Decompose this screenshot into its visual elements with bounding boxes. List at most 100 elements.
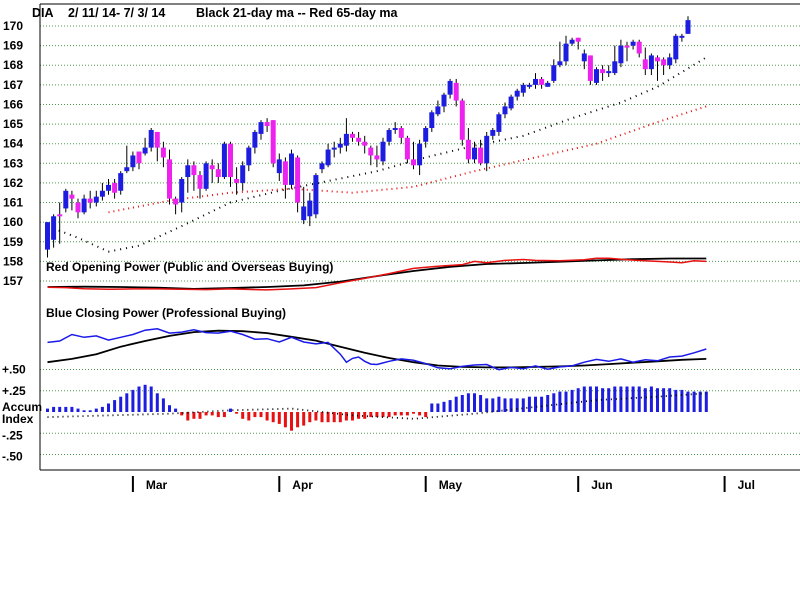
price-candle [581,49,587,70]
month-label: Jul [738,478,755,492]
accum-bar [82,410,86,412]
accum-bar [534,396,537,412]
price-candle [368,145,374,166]
axes [39,3,800,471]
month-labels: Mar Apr May Jun Jul [131,476,755,492]
accum-bar [326,412,330,423]
price-candle [99,182,105,201]
accum-bar [119,396,123,412]
price-candle [313,173,319,219]
price-candle [685,16,691,34]
month-label: Mar [146,478,168,492]
price-candle [447,78,453,99]
accum-bar [485,398,489,412]
accum-bar [107,403,110,412]
accum-bar [308,412,312,423]
price-candle [490,128,496,140]
accum-bar [369,412,373,418]
accum-bar [546,395,550,412]
accum-bar [442,401,446,412]
blue-closing-power-title: Blue Closing Power (Professional Buying) [46,306,286,320]
price-candle [600,65,606,81]
accum-bar [582,386,586,412]
accum-bar [680,389,684,412]
accum-index-bars [46,384,708,431]
accum-bar [491,398,495,412]
accum-bar [424,412,428,418]
accum-bar [46,408,49,412]
price-tick-label: 168 [3,58,23,72]
accum-bar [229,408,232,412]
price-candle [533,73,538,89]
price-candle [191,161,197,191]
accum-tick-label: -.25 [2,428,23,442]
price-candle [374,145,380,168]
accum-bar [540,396,544,412]
price-candle [673,33,679,64]
price-tick-label: 165 [3,117,23,131]
accum-bar [552,393,556,412]
accum-bar [198,412,202,419]
accum-bar [418,412,422,416]
price-candle [173,196,179,215]
accum-bar [143,384,147,412]
y-tick-labels: 157 158 159 160 161 162 163 164 165 166 167 168 169 1… [2,19,42,464]
accum-bar [692,391,696,412]
accum-tick-label: +.25 [2,384,26,398]
price-candle [136,151,142,170]
price-candle [502,102,508,119]
accum-bar [662,388,666,412]
price-candle [185,159,191,193]
price-candle [459,98,465,146]
price-candle [569,37,575,46]
accum-bar [588,386,592,412]
price-candle [545,80,551,87]
accum-bar [521,398,525,412]
accum-bar [137,386,141,412]
price-candle [429,110,435,132]
price-candle [350,131,355,142]
accum-bar [570,389,574,412]
price-candle [228,141,233,187]
price-candle [404,135,410,164]
accum-bar [656,388,659,412]
accum-bar [290,412,293,431]
price-candle [551,59,557,83]
price-candle [520,82,526,97]
price-candle [57,202,63,244]
price-candle [234,167,240,195]
price-candle [160,141,166,168]
month-label: Apr [292,478,313,492]
price-candle [295,155,301,213]
price-candle [209,159,215,183]
price-candle [301,186,307,225]
price-candle [380,137,386,166]
accum-bar [558,391,562,412]
price-candle [606,65,612,77]
accum-bar [515,398,519,412]
accum-bar [479,395,483,412]
accum-bar [247,412,251,421]
accum-bar [332,412,336,423]
accum-bar [222,412,226,418]
price-candle [496,112,502,136]
accum-bar [216,412,220,418]
price-candle [356,131,362,146]
price-candle [539,77,545,89]
price-tick-label: 166 [3,97,23,111]
price-candle [142,137,148,156]
price-candle [526,82,532,89]
accum-bar [674,389,678,412]
accum-bar [296,412,300,428]
price-candle [75,198,81,219]
accum-bar [344,412,348,421]
accum-bar [686,391,690,412]
chart-symbol: DIA [32,6,54,20]
accum-bar [241,412,245,419]
accum-bar [466,393,470,412]
price-candle [453,78,459,107]
accum-tick-label: -.50 [2,450,23,464]
price-candle [51,214,57,248]
price-candle [197,171,203,199]
accum-bar [448,400,452,412]
